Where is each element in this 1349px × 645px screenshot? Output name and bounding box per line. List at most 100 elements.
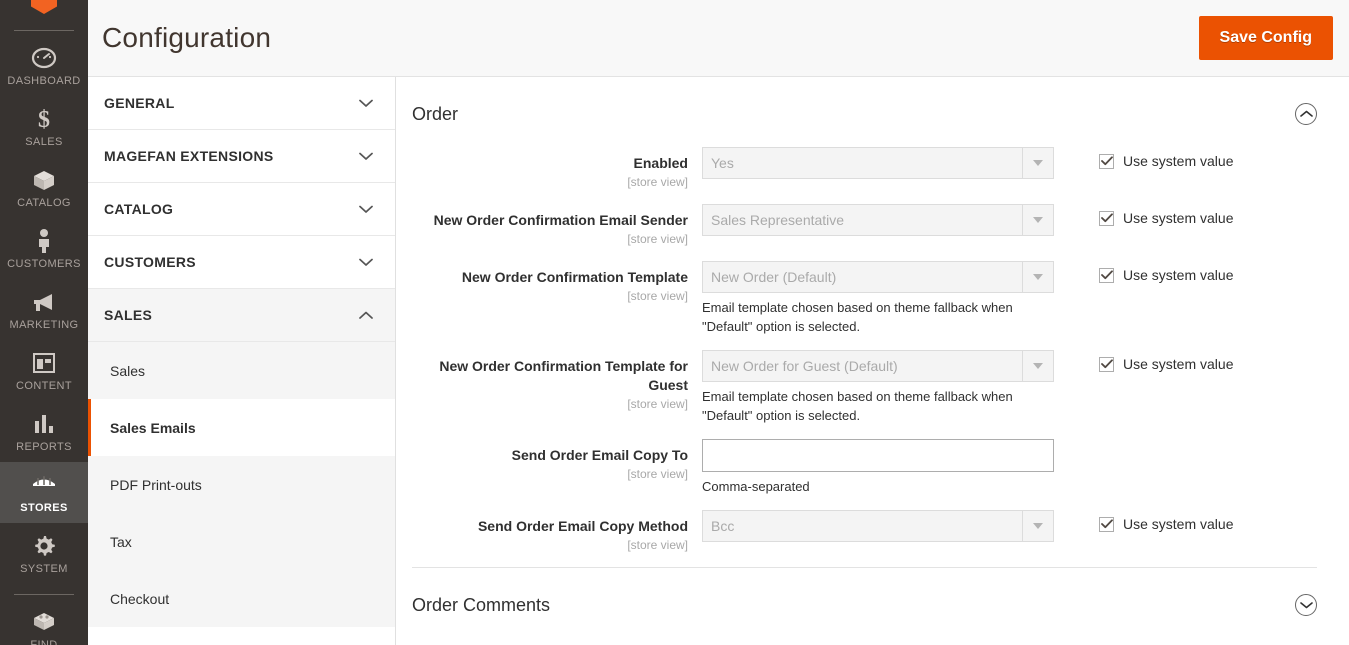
megaphone-icon: [2, 288, 86, 316]
field-note: Comma-separated: [702, 479, 810, 494]
admin-sidebar: DASHBOARD $ SALES CATALOG CUSTOMERS MARK…: [0, 0, 88, 645]
sidebar-item-label: CUSTOMERS: [7, 258, 81, 270]
sidebar-item-label: STORES: [20, 502, 68, 514]
field-control: Sales Representative: [702, 204, 1054, 236]
order-section-title: Order: [412, 103, 459, 124]
sidebar-item-catalog[interactable]: CATALOG: [0, 157, 88, 218]
field-label-block: New Order Confirmation Email Sender [sto…: [412, 204, 702, 247]
svg-text:$: $: [38, 107, 50, 132]
use-system-value-copy-method[interactable]: Use system value: [1099, 516, 1233, 532]
dollar-sign-icon: $: [2, 105, 86, 133]
save-config-button[interactable]: Save Config: [1198, 16, 1333, 60]
checkbox-checked-icon: [1099, 516, 1114, 532]
sidebar-item-stores[interactable]: STORES: [0, 462, 88, 523]
field-label: Send Order Email Copy To: [511, 447, 688, 463]
sidebar-item-sales-emails[interactable]: Sales Emails: [88, 399, 395, 456]
field-label-block: New Order Confirmation Template for Gues…: [412, 350, 702, 412]
field-scope: [store view]: [627, 232, 688, 246]
sidebar-item-system[interactable]: SYSTEM: [0, 523, 88, 584]
chevron-down-icon: [1022, 205, 1053, 235]
use-system-value-enabled[interactable]: Use system value: [1099, 153, 1233, 169]
sidebar-item-label: SALES: [25, 136, 63, 148]
new-order-confirmation-email-sender-select[interactable]: Sales Representative: [702, 204, 1054, 236]
sidebar-item-dashboard[interactable]: DASHBOARD: [0, 35, 88, 96]
section-group-label: CATALOG: [104, 201, 174, 217]
field-row-send-order-email-copy-method: Send Order Email Copy Method [store view…: [412, 510, 1317, 553]
use-system-value-template[interactable]: Use system value: [1099, 267, 1233, 283]
field-control: Yes: [702, 147, 1054, 179]
field-note: Email template chosen based on theme fal…: [702, 389, 1013, 423]
magento-logo-icon[interactable]: [0, 0, 88, 20]
field-label: Enabled: [633, 155, 688, 171]
field-scope: [store view]: [627, 397, 688, 411]
chevron-down-icon: [359, 99, 373, 108]
field-control: New Order for Guest (Default) Email temp…: [702, 350, 1054, 425]
page-title: Configuration: [102, 22, 272, 53]
section-group-customers[interactable]: CUSTOMERS: [88, 236, 395, 289]
field-label-block: New Order Confirmation Template [store v…: [412, 261, 702, 304]
field-note: Email template chosen based on theme fal…: [702, 300, 1013, 334]
sidebar-item-pdf-print-outs[interactable]: PDF Print-outs: [88, 456, 395, 513]
enabled-select[interactable]: Yes: [702, 147, 1054, 179]
select-value: Yes: [711, 155, 734, 171]
field-extra: Use system value: [1054, 204, 1317, 228]
sidebar-item-marketing[interactable]: MARKETING: [0, 279, 88, 340]
order-fieldset: Order Enabled [store view] Yes Use syste…: [396, 77, 1333, 638]
section-group-magefan-extensions[interactable]: MAGEFAN EXTENSIONS: [88, 130, 395, 183]
field-label: New Order Confirmation Template for Gues…: [439, 358, 688, 393]
sidebar-item-label: MARKETING: [9, 319, 79, 331]
chevron-down-icon: [1022, 148, 1053, 178]
checkbox-checked-icon: [1099, 356, 1114, 372]
person-icon: [2, 227, 86, 255]
sidebar-item-sales[interactable]: $ SALES: [0, 96, 88, 157]
sidebar-item-customers[interactable]: CUSTOMERS: [0, 218, 88, 279]
sales-subsection-list: Sales Sales Emails PDF Print-outs Tax Ch…: [88, 342, 395, 627]
sidebar-item-checkout[interactable]: Checkout: [88, 570, 395, 627]
new-order-confirmation-template-select[interactable]: New Order (Default): [702, 261, 1054, 293]
gear-icon: [2, 532, 86, 560]
section-group-label: CUSTOMERS: [104, 254, 196, 270]
dashboard-gauge-icon: [2, 44, 86, 72]
field-row-send-order-email-copy-to: Send Order Email Copy To [store view] Co…: [412, 439, 1317, 496]
field-label-block: Send Order Email Copy To [store view]: [412, 439, 702, 482]
field-extra: Use system value: [1054, 350, 1317, 374]
field-extra: Use system value: [1054, 510, 1317, 534]
chevron-up-circle-icon[interactable]: [1295, 103, 1317, 125]
sidebar-item-reports[interactable]: REPORTS: [0, 401, 88, 462]
sidebar-divider-top: [14, 30, 74, 31]
field-scope: [store view]: [627, 467, 688, 481]
use-system-value-label: Use system value: [1123, 267, 1234, 283]
use-system-value-label: Use system value: [1123, 210, 1234, 226]
order-comments-section-header[interactable]: Order Comments: [412, 568, 1317, 638]
use-system-value-guest-template[interactable]: Use system value: [1099, 356, 1233, 372]
section-group-label: MAGEFAN EXTENSIONS: [104, 148, 274, 164]
section-group-catalog[interactable]: CATALOG: [88, 183, 395, 236]
section-group-label: GENERAL: [104, 95, 175, 111]
sidebar-item-find-partners-extensions[interactable]: FIND PARTNERS & EXTENSIONS: [0, 599, 88, 645]
body-columns: GENERAL MAGEFAN EXTENSIONS CATALOG CUSTO…: [88, 77, 1349, 645]
field-extra: Use system value: [1054, 261, 1317, 285]
new-order-confirmation-template-for-guest-select[interactable]: New Order for Guest (Default): [702, 350, 1054, 382]
order-section-header[interactable]: Order: [412, 77, 1317, 147]
sidebar-item-sales-config[interactable]: Sales: [88, 342, 395, 399]
section-group-sales[interactable]: SALES: [88, 289, 395, 342]
use-system-value-label: Use system value: [1123, 356, 1234, 372]
field-scope: [store view]: [627, 289, 688, 303]
field-scope: [store view]: [627, 538, 688, 552]
storefront-awning-icon: [2, 471, 86, 499]
sidebar-item-tax[interactable]: Tax: [88, 513, 395, 570]
chevron-down-icon: [1022, 262, 1053, 292]
chevron-down-icon: [359, 152, 373, 161]
checkbox-checked-icon: [1099, 267, 1114, 283]
bar-chart-icon: [2, 410, 86, 438]
checkbox-checked-icon: [1099, 210, 1114, 226]
field-row-enabled: Enabled [store view] Yes Use system valu…: [412, 147, 1317, 190]
sidebar-item-content[interactable]: CONTENT: [0, 340, 88, 401]
config-form-panel: Order Enabled [store view] Yes Use syste…: [396, 77, 1349, 645]
chevron-down-circle-icon[interactable]: [1295, 594, 1317, 616]
section-group-general[interactable]: GENERAL: [88, 77, 395, 130]
use-system-value-email-sender[interactable]: Use system value: [1099, 210, 1233, 226]
send-order-email-copy-to-input[interactable]: [702, 439, 1054, 472]
chevron-down-icon: [1022, 351, 1053, 381]
send-order-email-copy-method-select[interactable]: Bcc: [702, 510, 1054, 542]
